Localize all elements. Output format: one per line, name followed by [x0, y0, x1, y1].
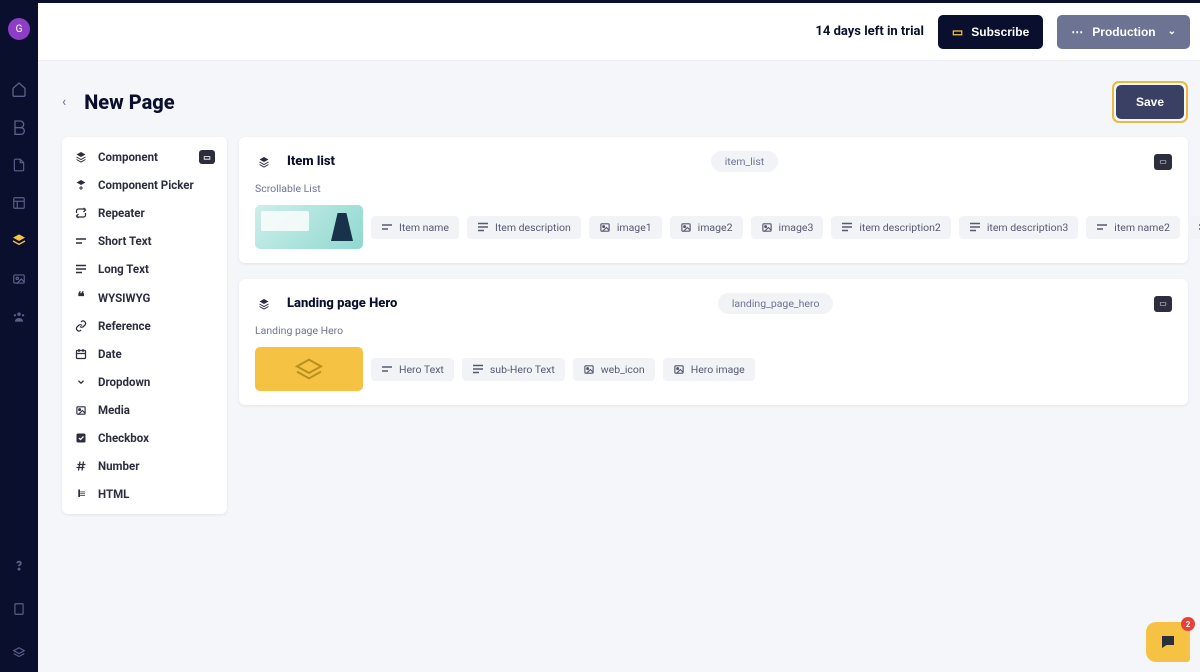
- long-icon: [841, 222, 853, 232]
- chat-badge: 2: [1181, 617, 1195, 631]
- nav-home-icon[interactable]: [8, 78, 30, 100]
- nav-help-icon[interactable]: [8, 554, 30, 576]
- component-card: Landing page Hero landing_page_hero ▭ Landi…: [239, 279, 1188, 405]
- check-icon: [74, 432, 88, 444]
- image-icon: [761, 222, 773, 233]
- repeat-icon: [74, 207, 88, 219]
- chat-fab[interactable]: 2: [1146, 622, 1190, 662]
- component-slug: item_list: [711, 151, 778, 172]
- environment-dropdown[interactable]: ⋯ Production ⌄: [1057, 15, 1190, 49]
- component-title: Landing page Hero: [287, 296, 397, 311]
- short-icon: [1096, 222, 1108, 232]
- page-header: ‹ New Page Save: [38, 61, 1200, 137]
- field-chip[interactable]: item description3: [959, 216, 1078, 239]
- image-icon: [680, 222, 692, 233]
- back-button[interactable]: ‹: [62, 94, 66, 110]
- short-icon: [381, 364, 393, 374]
- layers-icon: [255, 295, 273, 313]
- field-type-dropdown[interactable]: Dropdown: [62, 368, 227, 396]
- component-count-icon: ▭: [199, 150, 215, 164]
- nav-media-icon[interactable]: [8, 268, 30, 290]
- component-subtitle: Scrollable List: [255, 182, 1172, 195]
- nav-collections-icon[interactable]: [8, 192, 30, 214]
- field-chip[interactable]: Item name: [371, 216, 459, 239]
- credit-card-icon: ▭: [952, 25, 963, 39]
- trial-text: 14 days left in trial: [815, 24, 923, 39]
- field-chip[interactable]: Hero image: [663, 358, 755, 381]
- avatar[interactable]: G: [8, 18, 30, 40]
- component-thumbnail: [255, 205, 363, 249]
- field-chip[interactable]: sub-Hero Text: [462, 358, 565, 381]
- calendar-icon: [74, 348, 88, 360]
- component-menu-icon[interactable]: ▭: [1154, 154, 1172, 170]
- field-type-html[interactable]: I≡HTML: [62, 480, 227, 508]
- field-type-checkbox[interactable]: Checkbox: [62, 424, 227, 452]
- code-icon: I≡: [74, 489, 88, 500]
- vertical-nav: G: [0, 0, 38, 672]
- nav-users-icon[interactable]: [8, 306, 30, 328]
- image-icon: [599, 222, 611, 233]
- quote-icon: ❝: [74, 290, 88, 305]
- image-icon: [583, 364, 595, 375]
- nav-pages-icon[interactable]: [8, 154, 30, 176]
- field-type-panel: Component▭Component PickerRepeaterShort …: [62, 137, 227, 514]
- field-type-component[interactable]: Component▭: [62, 143, 227, 171]
- top-bar: 14 days left in trial ▭ Subscribe ⋯ Prod…: [38, 3, 1200, 61]
- field-type-date[interactable]: Date: [62, 340, 227, 368]
- field-chip[interactable]: image3: [751, 216, 824, 239]
- layers-icon: [255, 153, 273, 171]
- long-icon: [74, 264, 88, 274]
- field-type-long-text[interactable]: Long Text: [62, 255, 227, 283]
- image-icon: [673, 364, 685, 375]
- field-chip[interactable]: image1: [589, 216, 662, 239]
- short-icon: [381, 222, 393, 232]
- field-type-repeater[interactable]: Repeater: [62, 199, 227, 227]
- field-type-short-text[interactable]: Short Text: [62, 227, 227, 255]
- component-menu-icon[interactable]: ▭: [1154, 296, 1172, 312]
- field-chip[interactable]: Item description: [467, 216, 581, 239]
- subscribe-button[interactable]: ▭ Subscribe: [938, 15, 1043, 49]
- field-chip[interactable]: web_icon: [573, 358, 655, 381]
- nav-stack-icon[interactable]: [8, 642, 30, 664]
- field-chip[interactable]: image2: [670, 216, 743, 239]
- dots-icon: ⋯: [1071, 25, 1084, 39]
- long-icon: [477, 222, 489, 232]
- nav-blog-icon[interactable]: [8, 116, 30, 138]
- page-title: New Page: [84, 90, 174, 114]
- long-icon: [969, 222, 981, 232]
- field-chip[interactable]: item name3: [1188, 216, 1200, 239]
- chevron-down-icon: ⌄: [1168, 26, 1176, 37]
- field-type-media[interactable]: Media: [62, 396, 227, 424]
- image-icon: [74, 405, 88, 416]
- component-thumbnail: [255, 347, 363, 391]
- component-card: Item list item_list ▭ Scrollable List Item n…: [239, 137, 1188, 263]
- field-type-reference[interactable]: Reference: [62, 312, 227, 340]
- hash-icon: [74, 460, 88, 472]
- field-type-component-picker[interactable]: Component Picker: [62, 171, 227, 199]
- link-icon: [74, 320, 88, 332]
- save-highlight: Save: [1112, 81, 1188, 123]
- save-button[interactable]: Save: [1116, 85, 1184, 119]
- field-type-number[interactable]: Number: [62, 452, 227, 480]
- long-icon: [472, 364, 484, 374]
- short-icon: [74, 236, 88, 246]
- nav-docs-icon[interactable]: [8, 598, 30, 620]
- field-type-wysiwyg[interactable]: ❝WYSIWYG: [62, 283, 227, 312]
- field-chip[interactable]: item name2: [1086, 216, 1180, 239]
- component-slug: landing_page_hero: [718, 293, 834, 314]
- field-chip[interactable]: Hero Text: [371, 358, 454, 381]
- component-title: Item list: [287, 154, 335, 169]
- field-chip[interactable]: item description2: [831, 216, 950, 239]
- picker-icon: [74, 179, 88, 191]
- layers-icon: [74, 151, 88, 163]
- component-subtitle: Landing page Hero: [255, 324, 1172, 337]
- nav-components-icon[interactable]: [8, 230, 30, 252]
- chevron-icon: [74, 377, 88, 387]
